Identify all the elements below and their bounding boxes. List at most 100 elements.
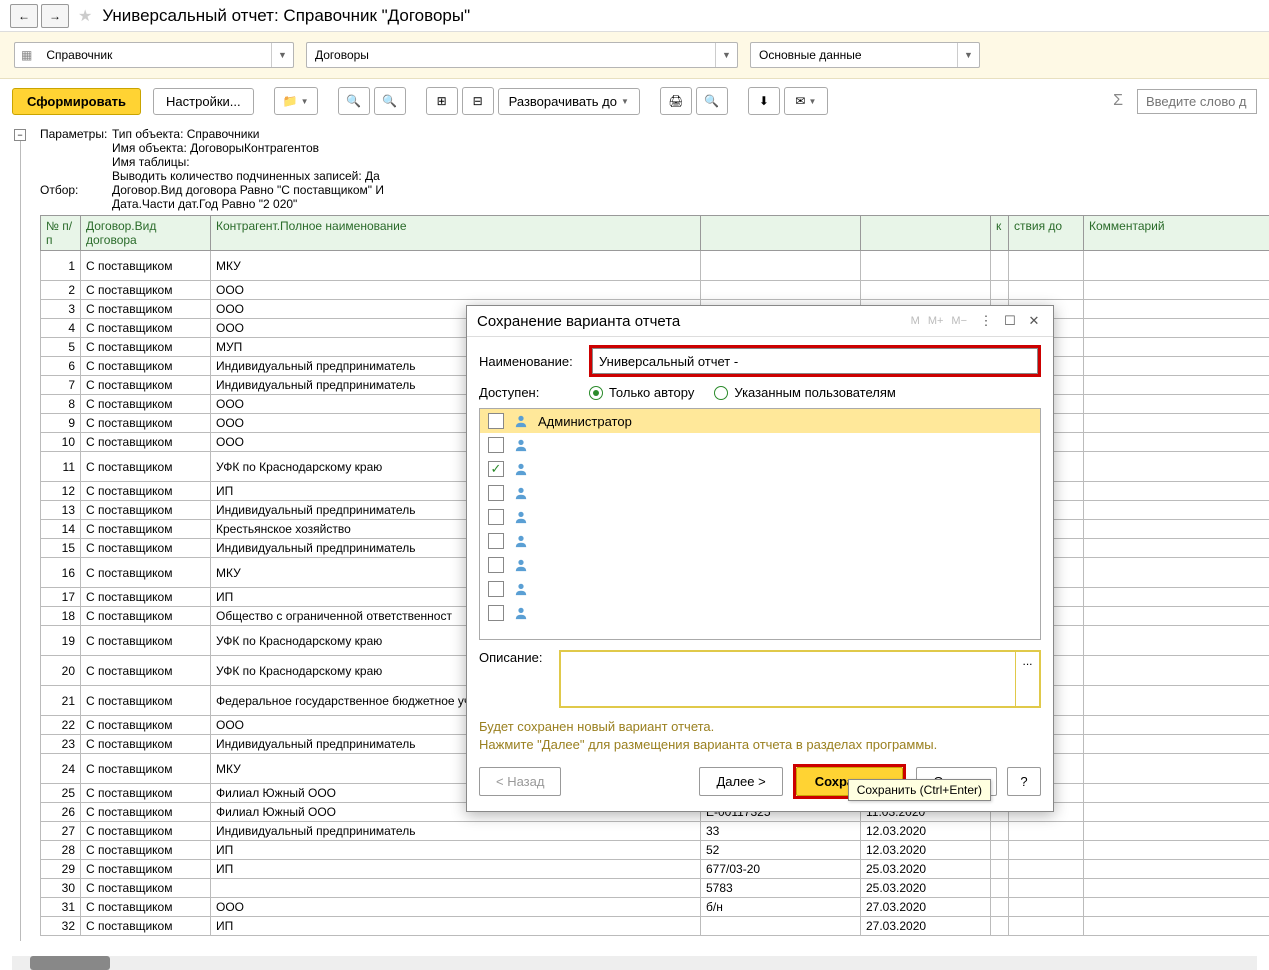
table-row[interactable]: 2С поставщикомООО <box>41 281 1269 300</box>
find-button[interactable]: 🔍 <box>338 87 370 115</box>
collapse-groups-button[interactable]: ⊟ <box>462 87 494 115</box>
memory-m[interactable]: M <box>911 315 920 327</box>
user-checkbox[interactable] <box>488 581 504 597</box>
arrow-right-icon: → <box>49 9 61 23</box>
nav-back-button[interactable]: ← <box>10 4 38 28</box>
more-icon[interactable]: ⋮ <box>977 312 995 330</box>
collapse-icon: ⊟ <box>473 94 483 108</box>
table-row[interactable]: 31С поставщикомОООб/н27.03.2020 <box>41 898 1269 917</box>
printer-icon: 🖨 <box>668 94 683 108</box>
object-name-combo[interactable]: Договоры ▼ <box>306 42 738 68</box>
description-ellipsis-button[interactable]: ... <box>1015 652 1039 706</box>
dialog-info-text: Будет сохранен новый вариант отчета. Наж… <box>479 718 1041 754</box>
maximize-icon[interactable]: ☐ <box>1001 312 1019 330</box>
user-icon <box>514 510 528 524</box>
user-checkbox[interactable] <box>488 533 504 549</box>
user-checkbox[interactable] <box>488 605 504 621</box>
expand-groups-button[interactable]: ⊞ <box>426 87 458 115</box>
favorite-star-icon[interactable]: ★ <box>78 6 92 26</box>
user-icon <box>514 414 528 428</box>
memory-mplus[interactable]: M+ <box>928 315 944 327</box>
description-textarea[interactable] <box>561 652 1015 706</box>
find-next-button[interactable]: 🔍 <box>374 87 406 115</box>
user-list-item[interactable]: ✓ <box>480 457 1040 481</box>
search-icon: 🔍 <box>346 94 361 108</box>
col-comment: Комментарий <box>1084 216 1269 251</box>
tree-collapse-toggle[interactable]: − <box>14 129 26 141</box>
user-checkbox[interactable] <box>488 557 504 573</box>
settings-button[interactable]: Настройки... <box>153 88 254 115</box>
report-parameters: Параметры:Тип объекта: СправочникиИмя об… <box>40 123 1257 215</box>
sum-icon[interactable]: Σ <box>1103 92 1133 110</box>
data-mode-combo[interactable]: Основные данные ▼ <box>750 42 980 68</box>
preview-button[interactable]: 🔍 <box>696 87 728 115</box>
object-type-combo[interactable]: ▦ Справочник ▼ <box>14 42 294 68</box>
help-button[interactable]: ? <box>1007 767 1041 796</box>
generate-button[interactable]: Сформировать <box>12 88 141 115</box>
user-checkbox[interactable] <box>488 509 504 525</box>
radio-specified-users[interactable]: Указанным пользователям <box>714 385 895 400</box>
mail-icon: ✉ <box>795 94 805 108</box>
user-list-item[interactable] <box>480 481 1040 505</box>
expand-to-button[interactable]: Разворачивать до▼ <box>498 88 640 115</box>
next-button[interactable]: Далее > <box>699 767 782 796</box>
user-list-item[interactable] <box>480 433 1040 457</box>
user-icon <box>514 438 528 452</box>
chevron-down-icon[interactable]: ▼ <box>957 43 979 67</box>
col-hidden2 <box>861 216 991 251</box>
user-list-item[interactable] <box>480 553 1040 577</box>
save-variant-dialog: Сохранение варианта отчета M M+ M− ⋮ ☐ ✕… <box>466 305 1054 812</box>
save-file-button[interactable]: ⬇ <box>748 87 780 115</box>
chevron-down-icon[interactable]: ▼ <box>271 43 293 67</box>
chevron-down-icon: ▼ <box>621 97 629 106</box>
search-input[interactable] <box>1137 89 1257 114</box>
table-row[interactable]: 30С поставщиком578325.03.2020 <box>41 879 1269 898</box>
user-list-item[interactable] <box>480 529 1040 553</box>
print-button[interactable]: 🖨 <box>660 87 692 115</box>
table-row[interactable]: 29С поставщикомИП677/03-2025.03.2020 <box>41 860 1269 879</box>
object-name-value: Договоры <box>307 48 715 62</box>
user-list-item[interactable]: Администратор <box>480 409 1040 433</box>
user-checkbox[interactable] <box>488 413 504 429</box>
user-checkbox[interactable] <box>488 485 504 501</box>
user-checkbox[interactable]: ✓ <box>488 461 504 477</box>
table-row[interactable]: 1С поставщикомМКУ <box>41 251 1269 281</box>
user-icon <box>514 534 528 548</box>
user-list-item[interactable] <box>480 505 1040 529</box>
table-row[interactable]: 27С поставщикомИндивидуальный предприним… <box>41 822 1269 841</box>
col-valid-to: ствия до <box>1009 216 1084 251</box>
name-label: Наименование: <box>479 354 589 369</box>
toolbar: Сформировать Настройки... 📁▼ 🔍 🔍 ⊞ ⊟ Раз… <box>0 79 1269 123</box>
radio-author-only[interactable]: Только автору <box>589 385 694 400</box>
expand-icon: ⊞ <box>437 94 447 108</box>
user-checkbox[interactable] <box>488 437 504 453</box>
nav-forward-button[interactable]: → <box>41 4 69 28</box>
user-icon <box>514 462 528 476</box>
horizontal-scrollbar[interactable] <box>12 956 1257 970</box>
user-list-item[interactable] <box>480 577 1040 601</box>
save-variant-button[interactable]: 📁▼ <box>274 87 318 115</box>
chevron-down-icon[interactable]: ▼ <box>715 43 737 67</box>
user-icon <box>514 582 528 596</box>
search-next-icon: 🔍 <box>382 94 397 108</box>
memory-mminus[interactable]: M− <box>951 315 967 327</box>
download-icon: ⬇ <box>759 94 769 108</box>
user-icon <box>514 558 528 572</box>
send-button[interactable]: ✉▼ <box>784 87 828 115</box>
save-tooltip: Сохранить (Ctrl+Enter) <box>848 779 991 801</box>
back-button[interactable]: < Назад <box>479 767 561 796</box>
col-hidden1 <box>701 216 861 251</box>
table-row[interactable]: 28С поставщикомИП5212.03.2020 <box>41 841 1269 860</box>
user-list[interactable]: Администратор ✓ <box>479 408 1041 640</box>
description-label: Описание: <box>479 650 559 665</box>
chevron-down-icon: ▼ <box>301 97 309 106</box>
user-list-item[interactable] <box>480 601 1040 625</box>
close-icon[interactable]: ✕ <box>1025 312 1043 330</box>
filter-bar: ▦ Справочник ▼ Договоры ▼ Основные данны… <box>0 32 1269 79</box>
data-mode-value: Основные данные <box>751 48 957 62</box>
table-row[interactable]: 32С поставщикомИП27.03.2020 <box>41 917 1269 936</box>
grid-icon: ▦ <box>15 48 38 62</box>
variant-name-input[interactable] <box>592 348 1038 374</box>
col-hidden3: к <box>991 216 1009 251</box>
col-counterparty: Контрагент.Полное наименование <box>211 216 701 251</box>
